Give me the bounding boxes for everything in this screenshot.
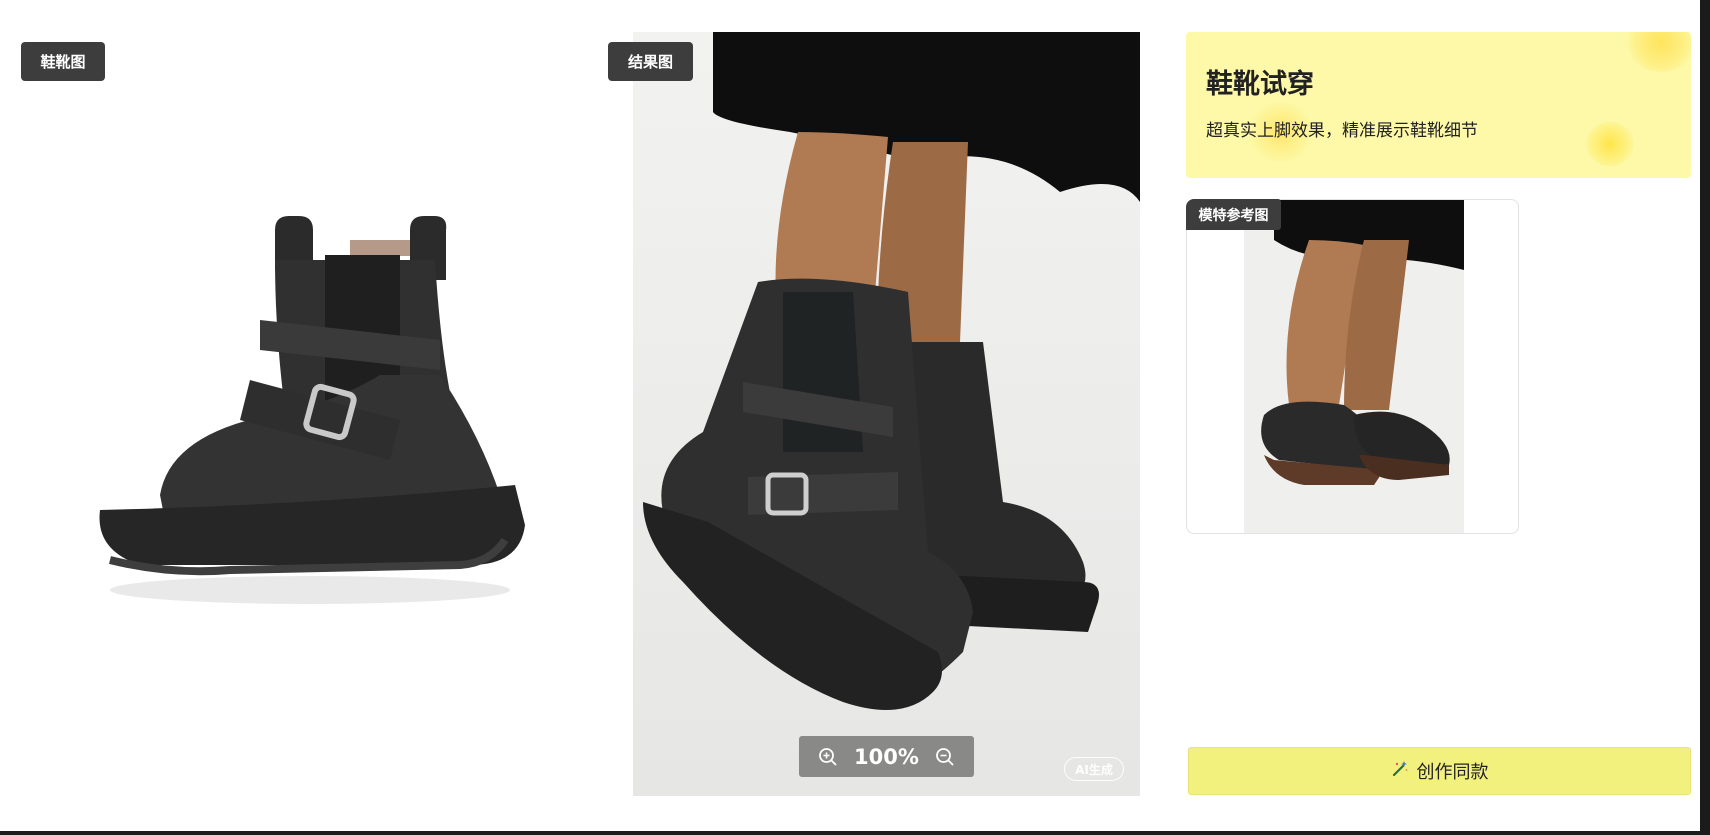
zoom-out-icon[interactable] [934, 746, 956, 768]
ai-generated-badge: AI生成 [1064, 757, 1124, 781]
zoom-control: 100% [799, 736, 974, 777]
model-reference-tag: 模特参考图 [1186, 199, 1281, 230]
feature-info-card: 鞋靴试穿 超真实上脚效果，精准展示鞋靴细节 [1186, 32, 1691, 178]
model-reference-card[interactable] [1186, 199, 1519, 534]
create-same-label: 创作同款 [1416, 762, 1489, 783]
result-image[interactable] [633, 32, 1140, 796]
shoe-image-tag: 鞋靴图 [21, 42, 105, 81]
decor-blob [1586, 122, 1634, 166]
shoe-image[interactable] [60, 150, 580, 670]
window-edge-bottom [0, 831, 1710, 835]
model-reference-image [1244, 200, 1464, 533]
window-edge-right [1700, 0, 1710, 835]
create-same-button[interactable]: 创作同款 [1188, 747, 1691, 795]
decor-blob [1626, 32, 1691, 72]
zoom-in-icon[interactable] [817, 746, 839, 768]
feature-title: 鞋靴试穿 [1206, 69, 1314, 100]
zoom-level: 100% [854, 744, 919, 769]
result-image-tag: 结果图 [608, 42, 693, 81]
feature-subtitle: 超真实上脚效果，精准展示鞋靴细节 [1206, 121, 1478, 141]
magic-wand-icon [1391, 760, 1409, 783]
